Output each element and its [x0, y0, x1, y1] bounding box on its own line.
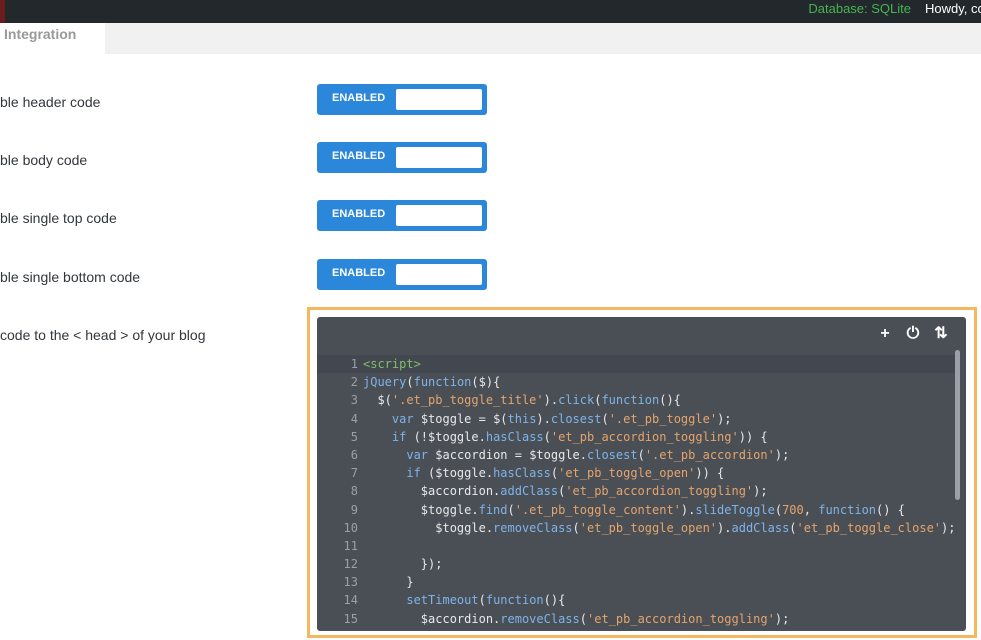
line-number: 10	[343, 520, 358, 535]
body-code-toggle[interactable]: ENABLED	[317, 142, 487, 173]
line-number: 12	[343, 557, 358, 572]
code-text: $toggle.find('.et_pb_toggle_content').sl…	[363, 502, 905, 517]
toggle-knob	[396, 147, 482, 168]
editor-toolbar: + ⏻ ⇅	[875, 324, 951, 344]
head-code-label: code to the < head > of your blog	[0, 327, 206, 343]
header-code-toggle-state: ENABLED	[332, 92, 386, 104]
code-line[interactable]: 8 $accordion.addClass('et_pb_accordion_t…	[317, 482, 957, 500]
code-line[interactable]: 11	[317, 537, 957, 555]
code-text: $accordion.removeClass('et_pb_accordion_…	[363, 611, 790, 626]
header-code-toggle[interactable]: ENABLED	[317, 84, 487, 115]
admin-bar: Database: SQLite Howdy, co	[0, 0, 981, 23]
header-code-label: ble header code	[0, 94, 101, 110]
code-line[interactable]: 1 <script>	[317, 355, 957, 374]
editor-scrollbar[interactable]	[955, 350, 960, 500]
line-number: 15	[343, 611, 358, 626]
sort-icon[interactable]: ⇅	[931, 324, 951, 344]
line-number: 8	[350, 484, 358, 499]
code-line[interactable]: 2 jQuery(function($){	[317, 373, 957, 391]
line-number: 9	[350, 502, 358, 517]
database-status: Database: SQLite	[808, 1, 911, 16]
single-top-code-toggle-state: ENABLED	[332, 208, 386, 220]
body-code-label: ble body code	[0, 152, 88, 168]
code-text: setTimeout(function(){	[406, 593, 566, 608]
code-line[interactable]: 12 });	[317, 555, 957, 573]
code-line[interactable]: 4 var $toggle = $(this).closest('.et_pb_…	[317, 410, 957, 428]
plus-icon[interactable]: +	[875, 324, 895, 344]
line-number: 5	[350, 429, 358, 444]
code-text: jQuery(function($){	[363, 375, 501, 390]
code-line[interactable]: 5 if (!$toggle.hasClass('et_pb_accordion…	[317, 428, 957, 446]
line-number: 11	[343, 538, 358, 553]
toggle-knob	[396, 264, 482, 285]
code-line[interactable]: 15 $accordion.removeClass('et_pb_accordi…	[317, 610, 957, 628]
admin-bar-accent	[0, 0, 5, 23]
code-line[interactable]: 7 if ($toggle.hasClass('et_pb_toggle_ope…	[317, 464, 957, 482]
tab-integration[interactable]: Integration	[0, 23, 105, 54]
code-line[interactable]: 10 $toggle.removeClass('et_pb_toggle_ope…	[317, 519, 957, 537]
code-line[interactable]: 6 var $accordion = $toggle.closest('.et_…	[317, 446, 957, 464]
code-text: if ($toggle.hasClass('et_pb_toggle_open'…	[406, 466, 725, 481]
code-text: }	[363, 575, 414, 590]
single-top-code-toggle[interactable]: ENABLED	[317, 200, 487, 231]
power-icon[interactable]: ⏻	[903, 324, 923, 344]
toggle-knob	[396, 89, 482, 110]
code-editor[interactable]: + ⏻ ⇅ 1 <script> 2 jQuery(function($){3 $('…	[317, 317, 966, 631]
single-bottom-code-label: ble single bottom code	[0, 269, 141, 285]
line-number: 13	[343, 575, 358, 590]
code-text: var $toggle = $(this).closest('.et_pb_to…	[391, 411, 732, 426]
code-text: if (!$toggle.hasClass('et_pb_accordion_t…	[391, 429, 768, 444]
body-code-toggle-state: ENABLED	[332, 150, 386, 162]
single-top-code-label: ble single top code	[0, 210, 117, 226]
code-text: });	[363, 557, 443, 572]
single-bottom-code-toggle-state: ENABLED	[332, 267, 386, 279]
code-text: $('.et_pb_toggle_title').click(function(…	[363, 393, 681, 408]
code-lines[interactable]: 1 <script> 2 jQuery(function($){3 $('.et_pb…	[317, 355, 957, 628]
code-line[interactable]: 13 }	[317, 573, 957, 591]
line-number: 4	[350, 411, 358, 426]
single-bottom-code-toggle[interactable]: ENABLED	[317, 259, 487, 290]
line-number: 7	[350, 466, 358, 481]
user-greeting[interactable]: Howdy, co	[925, 0, 981, 18]
line-number: 3	[350, 393, 358, 408]
line-number: 14	[343, 593, 358, 608]
line-number: 1	[350, 357, 358, 371]
tab-integration-label: Integration	[4, 26, 77, 42]
code-text: $accordion.addClass('et_pb_accordion_tog…	[363, 484, 768, 499]
toggle-knob	[396, 205, 482, 226]
code-text: $toggle.removeClass('et_pb_toggle_open')…	[363, 520, 956, 535]
code-line[interactable]: 3 $('.et_pb_toggle_title').click(functio…	[317, 391, 957, 409]
code-line[interactable]: 14 setTimeout(function(){	[317, 591, 957, 609]
line-number: 6	[350, 447, 358, 462]
line-number: 2	[350, 375, 358, 390]
code-text: var $accordion = $toggle.closest('.et_pb…	[406, 447, 790, 462]
code-line[interactable]: 9 $toggle.find('.et_pb_toggle_content').…	[317, 501, 957, 519]
code-text: <script>	[363, 357, 421, 371]
tab-strip: Integration	[0, 23, 981, 54]
